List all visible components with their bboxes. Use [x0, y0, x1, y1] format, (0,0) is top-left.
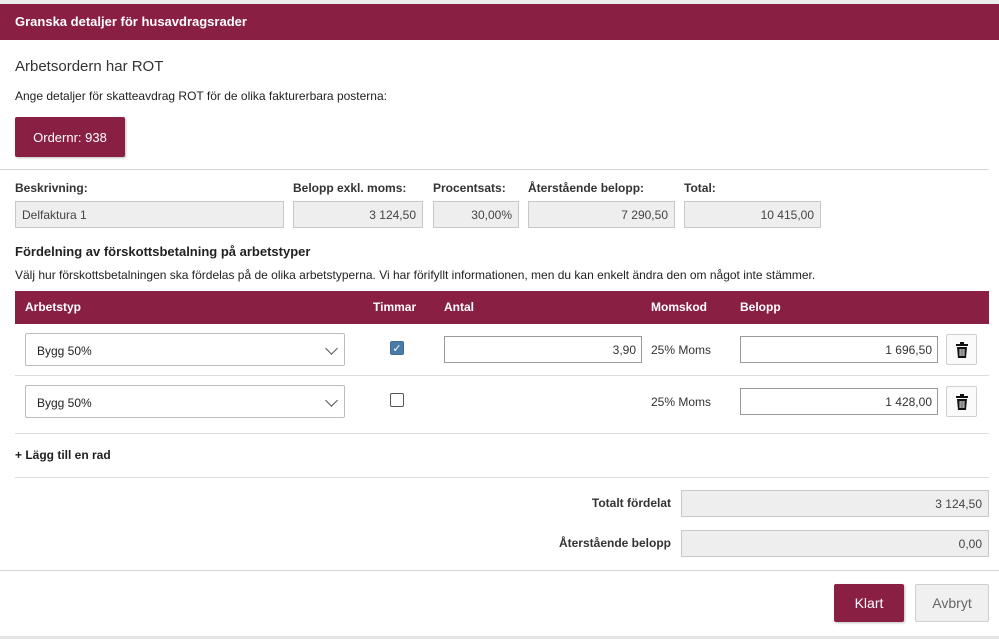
checkmark-icon: ✓	[392, 343, 402, 355]
rot-instruction: Ange detaljer för skatteavdrag ROT för d…	[15, 89, 387, 103]
amount-input[interactable]: 1 696,50	[740, 336, 938, 363]
work-type-value: Bygg 50%	[37, 396, 92, 410]
amount-excl-vat-field: 3 124,50	[293, 201, 423, 228]
row-divider	[15, 375, 989, 376]
done-button[interactable]: Klart	[834, 584, 904, 622]
work-type-value: Bygg 50%	[37, 344, 92, 358]
add-row-link[interactable]: + Lägg till en rad	[15, 448, 111, 462]
trash-icon	[955, 393, 968, 410]
work-type-select[interactable]: Bygg 50%	[25, 385, 345, 418]
divider	[0, 169, 989, 170]
work-type-select[interactable]: Bygg 50%	[25, 333, 345, 366]
column-vat-code: Momskod	[651, 300, 708, 314]
chevron-down-icon	[325, 394, 338, 407]
chevron-down-icon	[325, 342, 338, 355]
amount-input[interactable]: 1 428,00	[740, 388, 938, 415]
column-amount: Belopp	[740, 300, 781, 314]
remaining-amount-field: 7 290,50	[528, 201, 675, 228]
table-header: Arbetstyp Timmar Antal Momskod Belopp	[15, 291, 989, 324]
total-distributed-label: Totalt fördelat	[591, 496, 671, 510]
percentage-label: Procentsats:	[433, 181, 506, 195]
footer-divider	[0, 570, 999, 571]
vat-code: 25% Moms	[651, 395, 712, 409]
delete-row-button[interactable]	[946, 334, 977, 365]
vat-code: 25% Moms	[651, 343, 712, 357]
remaining-amount-total-label: Återstående belopp	[558, 536, 671, 550]
order-number-button[interactable]: Ordernr: 938	[15, 117, 125, 157]
remaining-amount-total-field: 0,00	[681, 530, 989, 557]
hours-checkbox[interactable]: ✓	[390, 341, 404, 355]
hours-checkbox[interactable]	[390, 393, 404, 407]
total-field: 10 415,00	[684, 201, 821, 228]
rot-heading: Arbetsordern har ROT	[15, 58, 164, 75]
remaining-amount-label: Återstående belopp:	[528, 181, 645, 195]
cancel-button[interactable]: Avbryt	[915, 584, 989, 622]
column-hours: Timmar	[373, 300, 417, 314]
total-label: Total:	[684, 181, 716, 195]
description-label: Beskrivning:	[15, 181, 88, 195]
row-divider	[15, 477, 989, 478]
total-distributed-field: 3 124,50	[681, 490, 989, 517]
trash-icon	[955, 341, 968, 358]
delete-row-button[interactable]	[946, 386, 977, 417]
distribution-description: Välj hur förskottsbetalningen ska fördel…	[15, 268, 816, 282]
percentage-field: 30,00%	[433, 201, 519, 228]
amount-excl-vat-label: Belopp exkl. moms:	[293, 181, 407, 195]
column-work-type: Arbetstyp	[25, 300, 82, 314]
dialog-title: Granska detaljer för husavdragsrader	[0, 4, 999, 40]
row-divider	[15, 433, 989, 434]
quantity-input[interactable]: 3,90	[444, 336, 642, 363]
distribution-title: Fördelning av förskottsbetalning på arbe…	[15, 244, 311, 259]
column-quantity: Antal	[444, 300, 474, 314]
description-field: Delfaktura 1	[15, 201, 284, 228]
